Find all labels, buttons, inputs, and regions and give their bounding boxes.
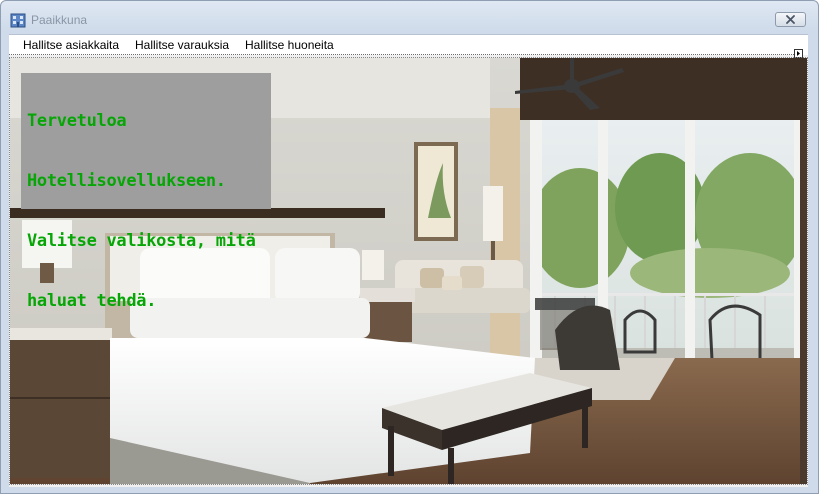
client-area: Hallitse asiakkaita Hallitse varauksia H…: [9, 34, 808, 487]
window-title: Paaikkuna: [31, 13, 88, 27]
welcome-line-3: Valitse valikosta, mitä: [27, 231, 256, 251]
menu-item-manage-customers[interactable]: Hallitse asiakkaita: [23, 38, 119, 52]
welcome-line-4: haluat tehdä.: [27, 291, 157, 311]
welcome-message: Tervetuloa Hotellisovellukseen. Valitse …: [27, 76, 265, 346]
menu-bar: Hallitse asiakkaita Hallitse varauksia H…: [9, 35, 808, 55]
close-button[interactable]: [775, 12, 806, 27]
main-window: Paaikkuna Hallitse asiakkaita Hallitse v…: [0, 0, 819, 494]
building-icon: [10, 13, 26, 28]
welcome-line-2: Hotellisovellukseen.: [27, 171, 226, 191]
hotel-room-picture: Tervetuloa Hotellisovellukseen. Valitse …: [9, 57, 808, 485]
close-icon: [786, 15, 795, 24]
menu-item-manage-rooms[interactable]: Hallitse huoneita: [245, 38, 334, 52]
menu-separator: [9, 54, 796, 55]
welcome-panel: Tervetuloa Hotellisovellukseen. Valitse …: [21, 73, 271, 311]
welcome-line-1: Tervetuloa: [27, 111, 127, 131]
menu-item-manage-reservations[interactable]: Hallitse varauksia: [135, 38, 229, 52]
title-bar[interactable]: Paaikkuna: [1, 1, 818, 33]
chevron-right-icon: [797, 51, 800, 56]
